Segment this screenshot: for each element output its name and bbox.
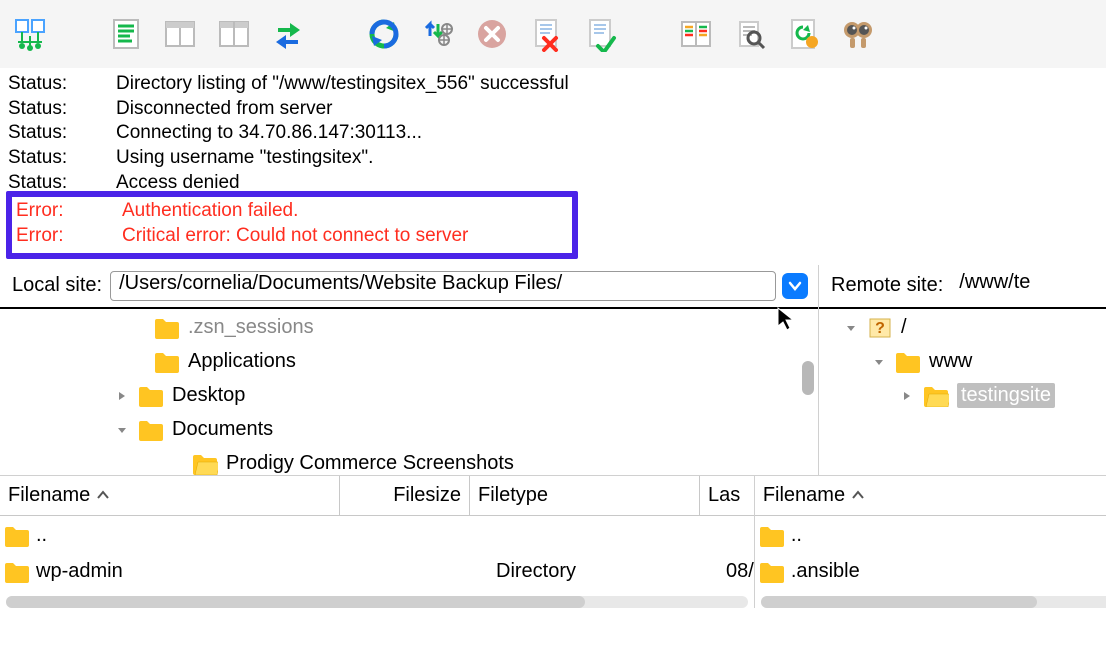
reconnect-icon[interactable] (580, 14, 620, 54)
find-icon[interactable] (838, 14, 878, 54)
remote-file-list: Filename .. .ansible (755, 476, 1106, 608)
col-last[interactable]: Las (708, 484, 740, 507)
folder-icon (759, 561, 785, 583)
remote-list-header[interactable]: Filename (755, 476, 1106, 516)
disclosure-icon[interactable] (114, 424, 130, 436)
folder-icon (138, 385, 164, 407)
tree-label: www (929, 350, 972, 373)
disconnect-icon[interactable] (526, 14, 566, 54)
log-label: Status: (8, 72, 116, 97)
local-list-header[interactable]: Filename Filesize Filetype Las (0, 476, 754, 516)
file-name: wp-admin (36, 560, 366, 583)
tree-label: .zsn_sessions (188, 316, 314, 339)
sync-icon[interactable] (784, 14, 824, 54)
col-filetype[interactable]: Filetype (478, 484, 548, 507)
local-site-label: Local site: (12, 274, 102, 297)
folder-icon (895, 351, 921, 373)
tree-label: Desktop (172, 384, 245, 407)
sitemanager-icon[interactable] (10, 14, 50, 54)
tree-label: testingsite (957, 383, 1055, 408)
file-name: .ansible (791, 560, 1106, 583)
tree-label: Prodigy Commerce Screenshots (226, 452, 514, 475)
log-label: Status: (8, 97, 116, 122)
remote-site-label: Remote site: (831, 274, 943, 297)
local-tree-scrollbar[interactable] (802, 361, 814, 395)
remote-hscroll[interactable] (761, 596, 1106, 608)
refresh-icon[interactable] (364, 14, 404, 54)
processqueue-icon[interactable] (418, 14, 458, 54)
log-label: Status: (8, 146, 116, 171)
tree-item[interactable]: Documents (0, 413, 818, 447)
tree-item[interactable]: www (819, 345, 1106, 379)
log-message: Disconnected from server (116, 97, 1098, 122)
togglequeue-icon[interactable] (214, 14, 254, 54)
tree-item[interactable]: testingsite (819, 379, 1106, 413)
compare-icon[interactable] (676, 14, 716, 54)
list-item[interactable]: .. (0, 518, 754, 554)
folder-icon (192, 453, 218, 475)
disclosure-icon[interactable] (114, 390, 130, 402)
local-tree[interactable]: .zsn_sessions Applications Desktop Document… (0, 309, 818, 475)
file-name: .. (791, 524, 1106, 547)
transfer-icon[interactable] (268, 14, 308, 54)
col-filename[interactable]: Filename (8, 484, 90, 507)
log-label: Error: (16, 224, 122, 249)
log-label: Status: (8, 121, 116, 146)
list-item[interactable]: .. (755, 518, 1106, 554)
tree-item[interactable]: Prodigy Commerce Screenshots (0, 447, 818, 475)
message-log[interactable]: Status:Directory listing of "/www/testin… (0, 68, 1106, 259)
local-path-input[interactable]: /Users/cornelia/Documents/Website Backup… (110, 271, 776, 301)
togglelog-icon[interactable] (106, 14, 146, 54)
log-message: Critical error: Could not connect to ser… (122, 224, 572, 249)
unknown-icon: ? (867, 317, 893, 339)
folder-icon (154, 351, 180, 373)
folder-icon (138, 419, 164, 441)
list-item[interactable]: wp-admin Directory08/ (0, 554, 754, 590)
log-message: Access denied (116, 171, 1098, 196)
col-filename-remote[interactable]: Filename (763, 484, 845, 507)
local-file-list: Filename Filesize Filetype Las .. wp-admi… (0, 476, 755, 608)
cancel-icon[interactable] (472, 14, 512, 54)
local-path-dropdown[interactable] (782, 273, 808, 299)
local-pane: Local site: /Users/cornelia/Documents/We… (0, 265, 819, 475)
folder-open-icon (923, 385, 949, 407)
remote-list-body[interactable]: .. .ansible (755, 516, 1106, 590)
remote-path-input[interactable]: /www/te (951, 271, 1096, 301)
toggletree-icon[interactable] (160, 14, 200, 54)
folder-icon (759, 525, 785, 547)
log-message: Directory listing of "/www/testingsitex_… (116, 72, 1098, 97)
svg-text:?: ? (875, 320, 885, 337)
disclosure-icon[interactable] (871, 356, 887, 368)
tree-item[interactable]: .zsn_sessions (0, 311, 818, 345)
local-list-body[interactable]: .. wp-admin Directory08/ (0, 516, 754, 590)
folder-icon (4, 561, 30, 583)
log-message: Connecting to 34.70.86.147:30113... (116, 121, 1098, 146)
tree-item[interactable]: Desktop (0, 379, 818, 413)
log-label: Status: (8, 171, 116, 196)
toolbar (0, 0, 1106, 68)
tree-item[interactable]: ?/ (819, 311, 1106, 345)
file-date: 08/ (726, 560, 754, 583)
tree-label: Documents (172, 418, 273, 441)
tree-label: / (901, 316, 907, 339)
folder-icon (4, 525, 30, 547)
col-filesize[interactable]: Filesize (393, 484, 461, 507)
file-name: .. (36, 524, 366, 547)
folder-icon (154, 317, 180, 339)
filter-icon[interactable] (730, 14, 770, 54)
remote-pane: Remote site: /www/te ?/wwwtestingsite (819, 265, 1106, 475)
file-type: Directory (496, 560, 726, 583)
disclosure-icon[interactable] (899, 390, 915, 402)
tree-label: Applications (188, 350, 296, 373)
list-item[interactable]: .ansible (755, 554, 1106, 590)
log-label: Error: (16, 199, 122, 224)
log-message: Authentication failed. (122, 199, 572, 224)
remote-tree[interactable]: ?/wwwtestingsite (819, 309, 1106, 475)
tree-item[interactable]: Applications (0, 345, 818, 379)
local-hscroll[interactable] (6, 596, 748, 608)
error-highlight: Error:Authentication failed.Error:Critic… (6, 191, 578, 258)
log-message: Using username "testingsitex". (116, 146, 1098, 171)
disclosure-icon[interactable] (843, 322, 859, 334)
